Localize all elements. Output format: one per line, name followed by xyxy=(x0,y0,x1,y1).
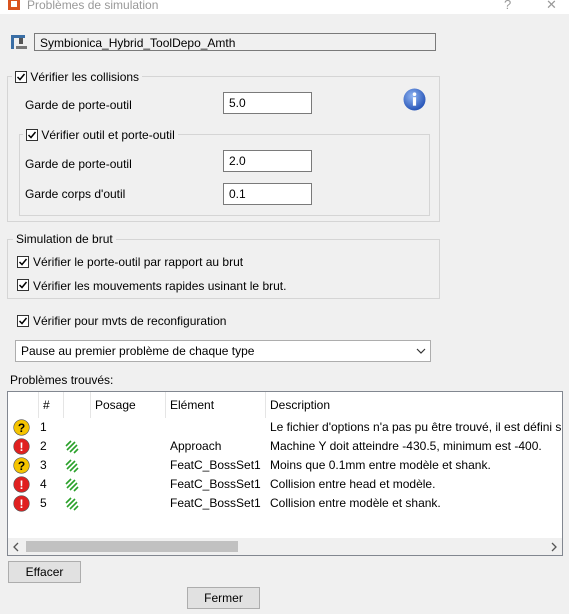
svg-text:!: ! xyxy=(20,497,24,511)
row-description: Machine Y doit atteindre -430.5, minimum… xyxy=(270,439,542,453)
pause-mode-value: Pause au premier problème de chaque type xyxy=(21,344,255,358)
row-element: FeatC_BossSet1 xyxy=(170,496,261,510)
tool-body-gap-label: Garde corps d'outil xyxy=(25,187,126,201)
col-op-header[interactable] xyxy=(64,392,91,418)
close-button[interactable]: Fermer xyxy=(187,587,260,609)
chevron-down-icon xyxy=(416,341,426,369)
row-description: Le fichier d'options n'a pas pu être tro… xyxy=(270,420,563,434)
check-reconfig-checkbox[interactable] xyxy=(17,315,29,327)
check-tool-holder-checkbox[interactable] xyxy=(26,128,38,141)
col-posage-header[interactable]: Posage xyxy=(91,392,166,418)
svg-text:!: ! xyxy=(20,440,24,454)
window-title: Problèmes de simulation xyxy=(27,0,159,12)
holder-gap-label: Garde de porte-outil xyxy=(25,98,132,112)
svg-text:!: ! xyxy=(20,478,24,492)
check-holder-stock-label: Vérifier le porte-outil par rapport au b… xyxy=(33,255,244,269)
toolpath-icon xyxy=(64,496,80,518)
scroll-left-icon[interactable] xyxy=(12,541,20,555)
check-collisions-label: Vérifier les collisions xyxy=(30,69,140,84)
table-row[interactable]: ? 1 Le fichier d'options n'a pas pu être t… xyxy=(8,418,563,437)
machine-field: Symbionica_Hybrid_ToolDepo_Amth xyxy=(34,33,436,51)
row-element: FeatC_BossSet1 xyxy=(170,458,261,472)
stock-simulation-title: Simulation de brut xyxy=(13,232,116,246)
row-element: Approach xyxy=(170,439,222,453)
table-row[interactable]: ! 4 FeatC_BossSet1 Collision entre head et … xyxy=(8,475,562,494)
check-collisions-checkbox[interactable] xyxy=(15,70,27,83)
table-row[interactable]: ! 2 Approach Machine Y doit atteindre -430.… xyxy=(8,437,562,456)
scroll-thumb[interactable] xyxy=(26,541,238,552)
row-number: 3 xyxy=(40,458,47,472)
tool-body-gap-input[interactable]: 0.1 xyxy=(223,183,312,205)
clear-button[interactable]: Effacer xyxy=(8,561,81,583)
check-tool-holder-label: Vérifier outil et porte-outil xyxy=(41,127,175,142)
check-reconfig-label: Vérifier pour mvts de reconfiguration xyxy=(33,314,227,328)
scroll-right-icon[interactable] xyxy=(550,541,558,555)
row-number: 1 xyxy=(40,420,47,434)
tool-holder-gap-label: Garde de porte-outil xyxy=(25,157,132,171)
machine-tool-icon xyxy=(10,34,28,50)
row-description: Collision entre head et modèle. xyxy=(270,477,436,491)
info-icon[interactable] xyxy=(403,88,426,111)
svg-text:?: ? xyxy=(18,421,25,435)
help-button[interactable]: ? xyxy=(504,0,511,12)
problems-table: # Posage Elément Description ? 1 Le fichie… xyxy=(7,391,563,556)
app-icon xyxy=(8,0,20,12)
close-window-button[interactable]: ✕ xyxy=(546,0,557,13)
row-number: 5 xyxy=(40,496,47,510)
check-holder-stock-checkbox[interactable] xyxy=(17,256,29,268)
horizontal-scrollbar[interactable] xyxy=(8,538,562,555)
svg-text:?: ? xyxy=(18,459,25,473)
row-number: 4 xyxy=(40,477,47,491)
table-row[interactable]: ! 5 FeatC_BossSet1 Collision entre modèle e… xyxy=(8,494,562,513)
row-element: FeatC_BossSet1 xyxy=(170,477,261,491)
check-rapid-moves-label: Vérifier les mouvements rapides usinant … xyxy=(33,279,287,293)
col-severity-header[interactable] xyxy=(8,392,39,418)
row-description: Collision entre modèle et shank. xyxy=(270,496,441,510)
row-number: 2 xyxy=(40,439,47,453)
tool-holder-gap-input[interactable]: 2.0 xyxy=(223,150,312,172)
col-number-header[interactable]: # xyxy=(39,392,64,418)
table-row[interactable]: ? 3 FeatC_BossSet1 Moins que 0.1mm entre mo… xyxy=(8,456,562,475)
col-element-header[interactable]: Elément xyxy=(166,392,266,418)
problems-title: Problèmes trouvés: xyxy=(10,373,114,387)
pause-mode-dropdown[interactable]: Pause au premier problème de chaque type xyxy=(15,340,431,362)
collisions-legend: Vérifier les collisions xyxy=(12,69,143,84)
check-rapid-moves-checkbox[interactable] xyxy=(17,279,29,291)
col-description-header[interactable]: Description xyxy=(266,392,562,418)
title-bar: Problèmes de simulation ? ✕ xyxy=(0,0,569,14)
error-icon: ! xyxy=(13,495,30,518)
row-description: Moins que 0.1mm entre modèle et shank. xyxy=(270,458,491,472)
tool-holder-legend: Vérifier outil et porte-outil xyxy=(23,127,178,142)
holder-gap-input[interactable]: 5.0 xyxy=(223,92,312,114)
